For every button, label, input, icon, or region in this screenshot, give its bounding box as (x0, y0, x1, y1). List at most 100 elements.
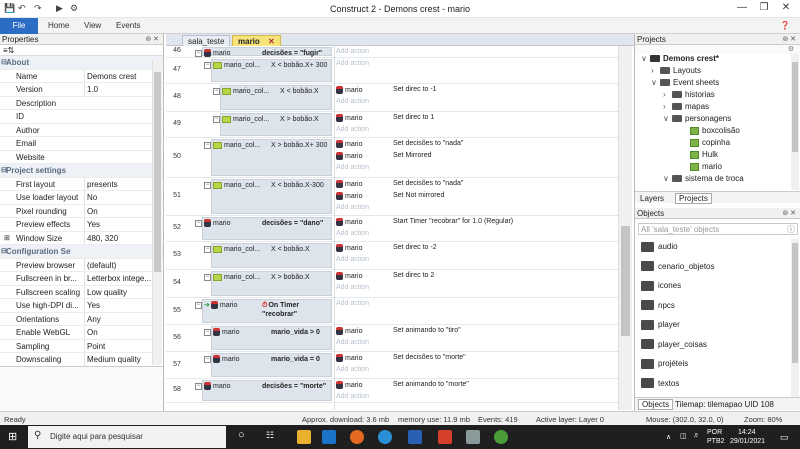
project-tree-item[interactable]: copinha (681, 138, 730, 147)
action-text[interactable]: Set direc to -1 (393, 86, 437, 93)
action-text[interactable]: Set animando to "morte" (393, 381, 469, 388)
property-row[interactable]: Orientations Any (0, 312, 163, 326)
clock-date[interactable]: 29/01/2021 (730, 438, 765, 445)
collapse-event-icon[interactable]: − (204, 62, 211, 69)
object-folder-item[interactable]: npcs (641, 298, 675, 314)
action-object[interactable]: mario (336, 381, 363, 389)
firefox-icon[interactable] (350, 430, 364, 444)
keyboard-indicator[interactable]: PTB2 (707, 438, 725, 445)
collapse-event-icon[interactable]: − (213, 88, 220, 95)
action-object[interactable]: mario (336, 140, 363, 148)
action-object[interactable]: mario (336, 114, 363, 122)
property-row[interactable]: Pixel rounding On (0, 204, 163, 218)
sort-icons[interactable]: ≡⇅ (0, 45, 163, 56)
add-action-link[interactable]: Add action (336, 126, 369, 133)
property-value[interactable]: presents (84, 177, 152, 191)
property-value[interactable]: No (84, 191, 152, 204)
property-row[interactable]: ID (0, 110, 163, 124)
collapse-event-icon[interactable]: − (204, 182, 211, 189)
property-row[interactable]: Preview effects Yes (0, 218, 163, 232)
tab-projects[interactable]: Projects (675, 193, 712, 204)
task-view-icon[interactable]: ☷ (266, 430, 274, 441)
event-row[interactable]: 47 − mario_col... X < bobão.X+ 300 Add actio… (166, 58, 618, 84)
property-row[interactable]: Description (0, 97, 163, 110)
property-row[interactable]: Enable WebGL On (0, 326, 163, 340)
expand-arrow-icon[interactable]: › (663, 102, 672, 111)
project-tree-item[interactable]: mario (681, 162, 722, 171)
collapse-event-icon[interactable]: − (204, 356, 211, 363)
add-action-link[interactable]: Add action (336, 204, 369, 211)
property-row[interactable]: Name Demons crest (0, 69, 163, 83)
tray-chevron-icon[interactable]: ∧ (666, 433, 671, 441)
property-value[interactable]: On (84, 326, 152, 339)
collapse-event-icon[interactable]: − (204, 246, 211, 253)
expand-arrow-icon[interactable]: ∨ (663, 114, 672, 123)
object-folder-item[interactable]: player (641, 317, 680, 333)
taskbar-search[interactable]: ⚲ Digite aqui para pesquisar (28, 426, 226, 448)
property-value[interactable]: Demons crest (84, 69, 152, 83)
clock-time[interactable]: 14:24 (738, 429, 756, 436)
event-sheet-scrollbar[interactable] (618, 46, 632, 410)
collapse-event-icon[interactable]: − (195, 383, 202, 390)
action-text[interactable]: Set direc to -2 (393, 244, 437, 251)
project-tree-item[interactable]: boxcolisão (681, 126, 740, 135)
property-value[interactable]: Yes (84, 299, 152, 312)
filter-clear-icon[interactable]: ⓘ (787, 224, 795, 235)
add-action-link[interactable]: Add action (336, 393, 369, 400)
add-action-link[interactable]: Add action (336, 300, 369, 307)
settings-app-icon[interactable] (466, 430, 480, 444)
property-value[interactable]: Any (84, 312, 152, 326)
property-value[interactable]: Letterbox intege... (84, 272, 152, 285)
mail-icon[interactable] (322, 430, 336, 444)
action-object[interactable]: mario (336, 272, 363, 280)
notifications-icon[interactable]: ▭ (780, 432, 789, 443)
construct-icon[interactable] (494, 430, 508, 444)
property-value[interactable]: Low quality (84, 285, 152, 299)
property-row[interactable]: Author (0, 124, 163, 137)
action-object[interactable]: mario (336, 152, 363, 160)
event-row[interactable]: 50 − mario_col... X > bobão.X+ 300 mario Set … (166, 138, 618, 178)
app-icon[interactable] (438, 430, 452, 444)
object-folder-item[interactable]: textos (641, 376, 679, 392)
tab-objects[interactable]: Objects (638, 399, 674, 410)
add-action-link[interactable]: Add action (336, 256, 369, 263)
object-folder-item[interactable]: projéteis (641, 356, 688, 372)
collapse-event-icon[interactable]: − (195, 50, 202, 57)
objects-scrollbar[interactable] (791, 239, 799, 397)
collapse-event-icon[interactable]: − (204, 142, 211, 149)
property-section[interactable]: ⊟ About (0, 56, 163, 70)
project-tree-item[interactable]: › historias (663, 90, 715, 99)
add-action-link[interactable]: Add action (336, 60, 369, 67)
action-text[interactable]: Set Mirrored (393, 152, 432, 159)
action-object[interactable]: mario (336, 192, 363, 200)
property-row[interactable]: Preview browser (default) (0, 258, 163, 272)
expand-arrow-icon[interactable]: › (651, 66, 660, 75)
add-action-link[interactable]: Add action (336, 164, 369, 171)
property-value[interactable]: On (84, 204, 152, 218)
action-text[interactable]: Set Not mirrored (393, 192, 444, 199)
project-tree-item[interactable]: ∨ personagens (663, 114, 731, 123)
action-object[interactable]: mario (336, 354, 363, 362)
close-tab-icon[interactable]: ✕ (268, 37, 275, 46)
property-row[interactable]: Use high-DPI di... Yes (0, 299, 163, 313)
event-row[interactable]: 58 − mario decisões = "morte" mario Set anima… (166, 379, 618, 403)
add-action-link[interactable]: Add action (336, 98, 369, 105)
event-row[interactable]: 55 − ➜ mario ⏱On Timer "recobrar" Add action (166, 298, 618, 325)
tab-view[interactable]: View (84, 21, 101, 30)
action-object[interactable]: mario (336, 244, 363, 252)
objects-controls-icon[interactable]: ⊚ ✕ (782, 208, 796, 219)
property-value[interactable]: 480, 320 (84, 231, 152, 245)
add-action-link[interactable]: Add action (336, 230, 369, 237)
file-explorer-icon[interactable] (297, 430, 311, 444)
tab-mario[interactable]: mario ✕ (232, 35, 281, 46)
maximize-button[interactable]: ❐ (754, 2, 774, 13)
tab-events[interactable]: Events (116, 21, 140, 30)
action-object[interactable]: mario (336, 180, 363, 188)
help-icon[interactable]: ❓ (780, 21, 790, 30)
collapse-event-icon[interactable]: − (195, 220, 202, 227)
event-row[interactable]: 46 − mario decisões = "fugir" Add action (166, 46, 618, 58)
action-text[interactable]: Start Timer "recobrar" for 1.0 (Regular) (393, 218, 513, 225)
object-folder-item[interactable]: icones (641, 278, 681, 294)
close-button[interactable]: ✕ (776, 2, 796, 13)
network-icon[interactable]: ◫ (680, 432, 687, 440)
